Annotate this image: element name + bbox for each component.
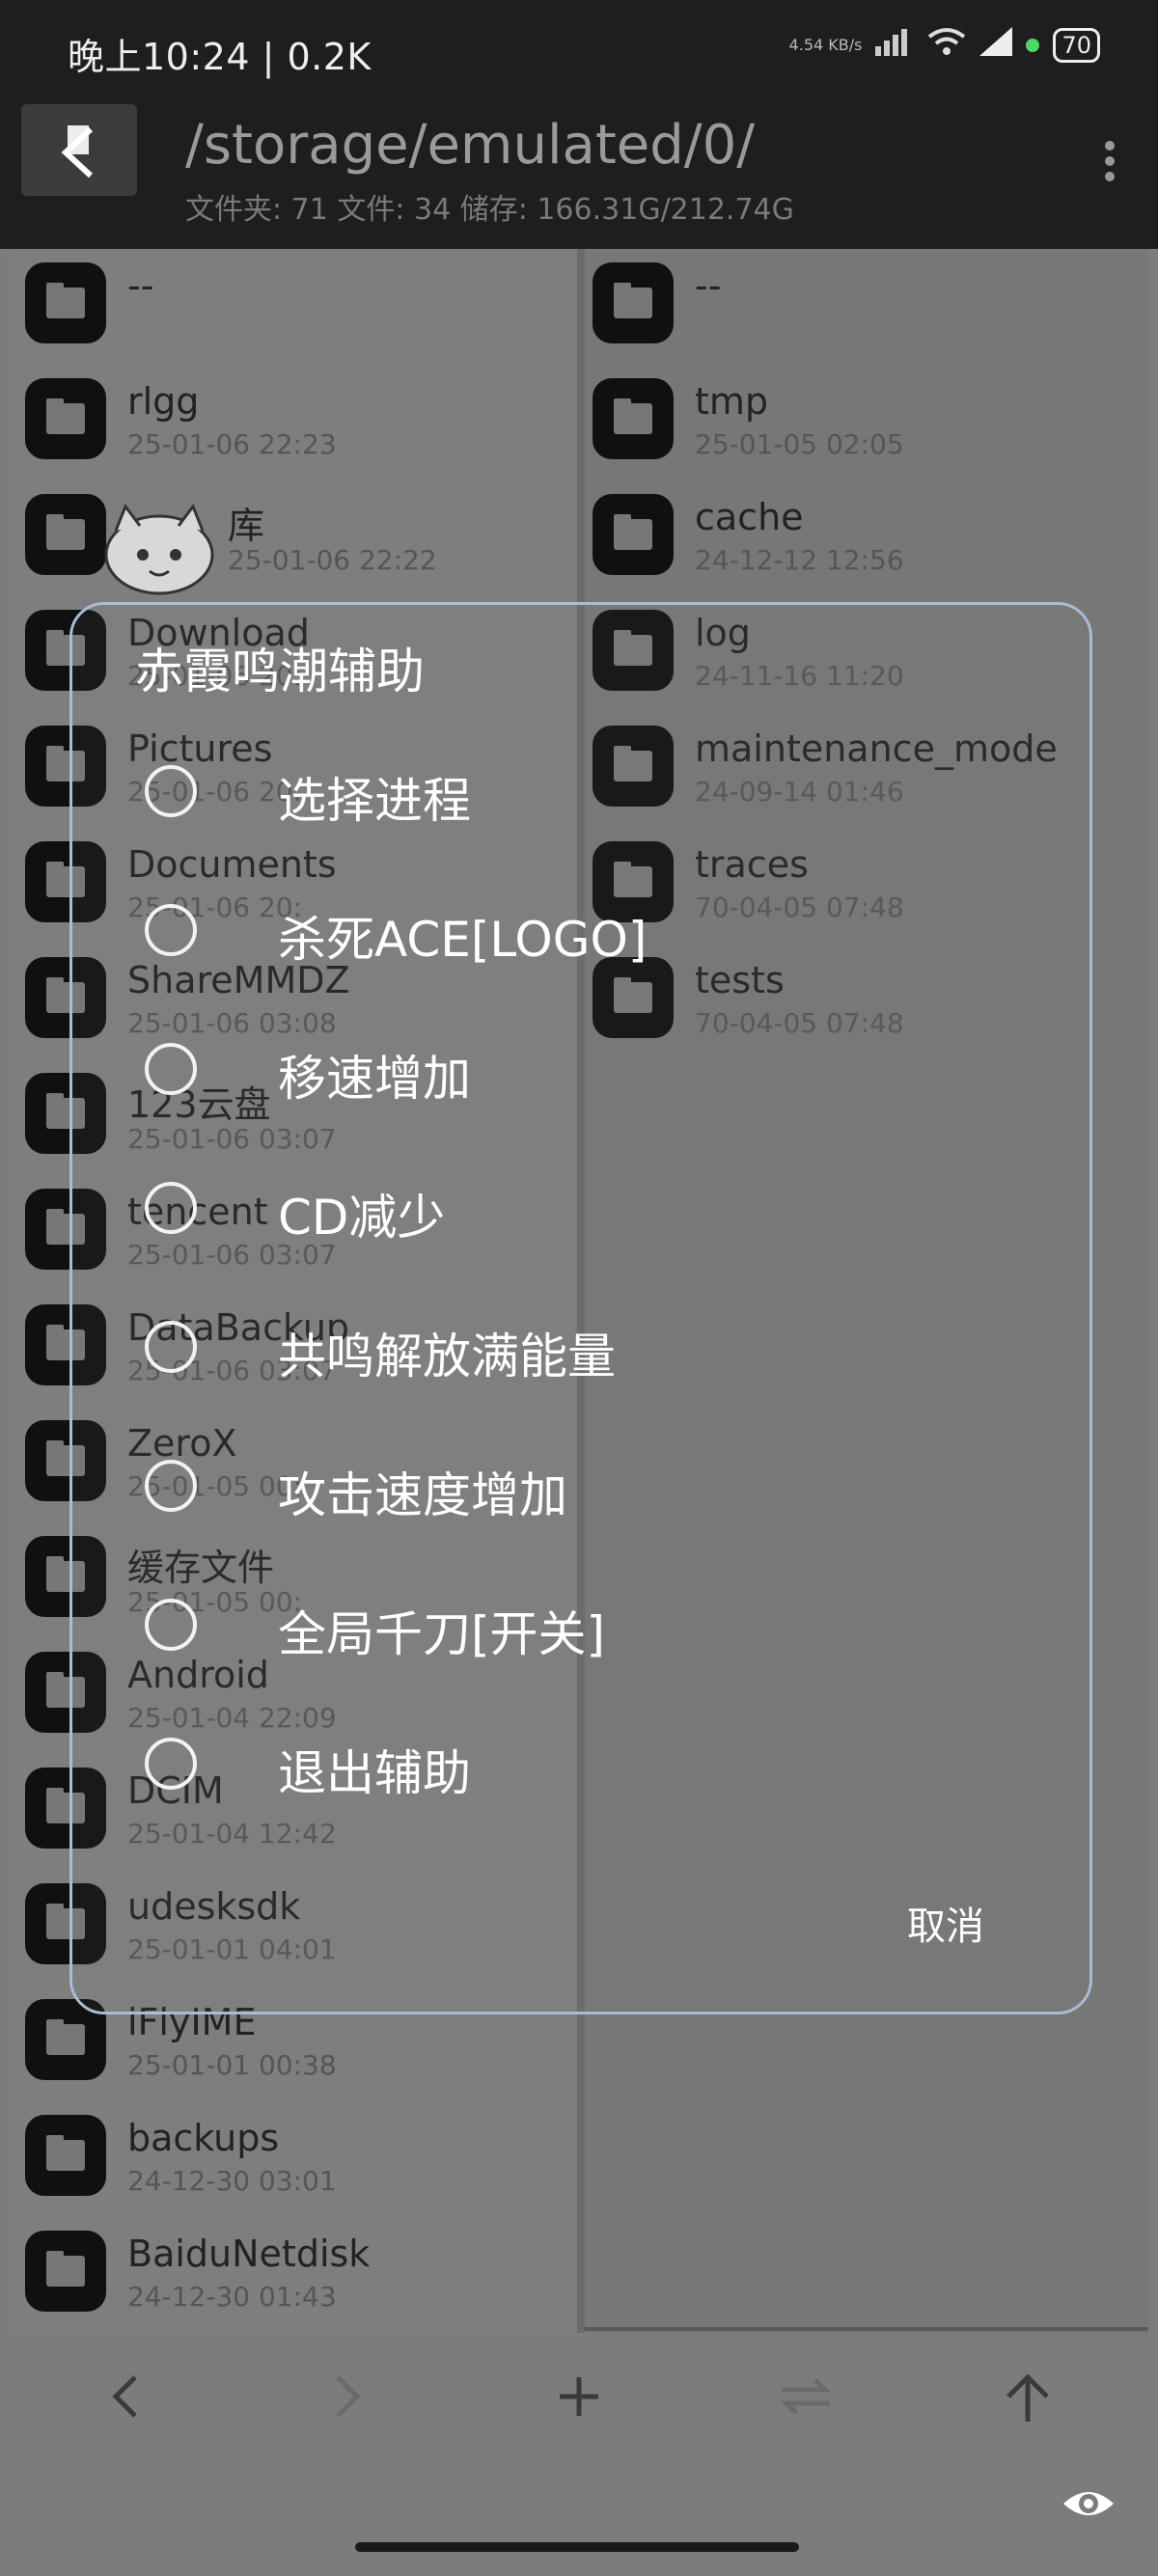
file-date: 24-12-30 01:43: [127, 2281, 337, 2313]
folder-icon: [593, 378, 674, 459]
option-attack-speed[interactable]: 攻击速度增加: [145, 1443, 1052, 1530]
file-name: rlgg: [127, 380, 200, 423]
battery-icon: 70: [1053, 27, 1100, 63]
option-label: 退出辅助: [278, 1745, 471, 1801]
chevron-right-icon[interactable]: [328, 2371, 367, 2434]
chevron-left-icon[interactable]: [106, 2371, 145, 2434]
radio-button[interactable]: [145, 1738, 197, 1790]
gesture-nav-bar[interactable]: [355, 2542, 799, 2552]
option-global-toggle[interactable]: 全局千刀[开关]: [145, 1582, 1052, 1669]
file-name: BaiduNetdisk: [127, 2233, 371, 2275]
folder-icon: [25, 2115, 106, 2196]
radio-button[interactable]: [145, 1460, 197, 1512]
file-name: cache: [695, 496, 804, 538]
file-name: backups: [127, 2117, 280, 2159]
dialog-title: 赤霞鸣潮辅助: [135, 644, 425, 699]
mobile-signal-icon: [979, 27, 1013, 63]
folder-icon: [25, 2231, 106, 2312]
more-menu-icon[interactable]: [1100, 135, 1119, 203]
option-label: 移速增加: [278, 1051, 471, 1107]
radio-button[interactable]: [145, 904, 197, 956]
network-speed: 4.54 KB/s: [788, 35, 863, 54]
file-date: 24-12-12 12:56: [695, 544, 904, 576]
option-select-process[interactable]: 选择进程: [145, 749, 1052, 836]
radio-button[interactable]: [145, 1321, 197, 1373]
file-name: 库: [228, 505, 265, 547]
charging-dot-icon: [1026, 38, 1040, 52]
folder-icon: [25, 378, 106, 459]
chevron-left-icon: [61, 125, 94, 178]
wifi-icon: [927, 27, 966, 63]
pane-bottom-line: [585, 2327, 1148, 2331]
mascot-sticker-icon: [104, 503, 214, 595]
file-name: --: [695, 264, 722, 307]
arrow-up-icon[interactable]: [1004, 2371, 1052, 2439]
plus-icon[interactable]: [555, 2371, 603, 2434]
file-date: 25-01-06 22:22: [228, 544, 437, 576]
file-item[interactable]: backups 24-12-30 03:01: [25, 2099, 565, 2215]
status-bar: 晚上10:24 | 0.2K 4.54 KB/s 70: [0, 0, 1158, 96]
option-exit[interactable]: 退出辅助: [145, 1721, 1052, 1808]
folder-icon: [593, 262, 674, 343]
option-full-energy[interactable]: 共鸣解放满能量: [145, 1304, 1052, 1391]
signal-icon: [875, 27, 914, 63]
option-speed-increase[interactable]: 移速增加: [145, 1027, 1052, 1113]
option-label: 选择进程: [278, 773, 471, 829]
bottom-toolbar: [10, 2333, 1148, 2487]
status-icons: 4.54 KB/s 70: [789, 27, 1100, 63]
cancel-button[interactable]: 取消: [907, 1895, 984, 1951]
folder-icon: [25, 262, 106, 343]
file-item[interactable]: rlgg 25-01-06 22:23: [25, 363, 565, 479]
radio-button[interactable]: [145, 765, 197, 817]
file-item[interactable]: cache 24-12-12 12:56: [593, 479, 1133, 594]
file-name: tmp: [695, 380, 769, 423]
current-path: /storage/emulated/0/: [185, 114, 756, 177]
folder-icon: [25, 494, 106, 575]
status-time: 晚上10:24 | 0.2K: [68, 36, 372, 78]
back-button[interactable]: [21, 104, 137, 196]
option-label: 全局千刀[开关]: [278, 1606, 606, 1662]
file-item[interactable]: BaiduNetdisk 24-12-30 01:43: [25, 2215, 565, 2331]
eye-icon[interactable]: [1060, 2475, 1117, 2533]
option-cd-reduce[interactable]: CD减少: [145, 1165, 1052, 1252]
option-label: 攻击速度增加: [278, 1467, 567, 1523]
file-date: 25-01-01 00:38: [127, 2049, 337, 2081]
file-item[interactable]: tmp 25-01-05 02:05: [593, 363, 1133, 479]
file-date: 25-01-06 22:23: [127, 428, 337, 460]
option-label: 共鸣解放满能量: [278, 1329, 616, 1384]
file-name: --: [127, 264, 154, 307]
storage-stats: 文件夹: 71 文件: 34 储存: 166.31G/212.74G: [185, 193, 794, 227]
option-label: CD减少: [278, 1190, 446, 1246]
radio-button[interactable]: [145, 1043, 197, 1095]
file-date: 25-01-05 02:05: [695, 428, 904, 460]
file-item[interactable]: --: [25, 247, 565, 363]
folder-icon: [593, 494, 674, 575]
swap-icon[interactable]: [777, 2371, 835, 2434]
radio-button[interactable]: [145, 1599, 197, 1651]
option-kill-ace[interactable]: 杀死ACE[LOGO]: [145, 888, 1052, 974]
path-header: /storage/emulated/0/ 文件夹: 71 文件: 34 储存: …: [0, 96, 1158, 249]
option-label: 杀死ACE[LOGO]: [278, 912, 648, 968]
file-item[interactable]: --: [593, 247, 1133, 363]
radio-button[interactable]: [145, 1182, 197, 1234]
file-date: 24-12-30 03:01: [127, 2165, 337, 2197]
